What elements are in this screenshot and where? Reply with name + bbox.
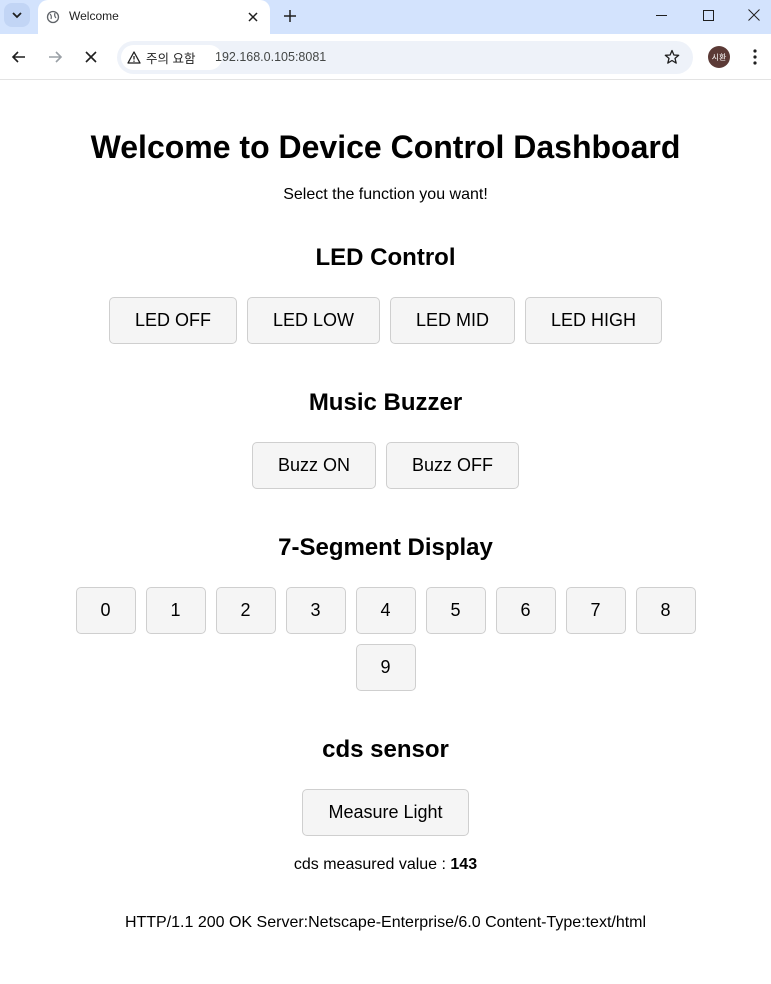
maximize-icon	[702, 9, 714, 21]
tab-welcome[interactable]: Welcome	[38, 0, 270, 34]
buzz-off-button[interactable]: Buzz OFF	[386, 442, 520, 489]
cds-measured-value: 143	[450, 856, 478, 873]
security-label: 주의 요함	[146, 52, 196, 66]
browser-toolbar: 주의 요함 192.168.0.105:8081 시환	[0, 34, 771, 80]
tab-search-button[interactable]	[4, 3, 30, 27]
star-icon	[664, 49, 680, 64]
measure-light-button[interactable]: Measure Light	[302, 789, 469, 836]
digit-5-button[interactable]: 5	[425, 587, 486, 634]
led-high-button[interactable]: LED HIGH	[525, 297, 663, 344]
address-bar[interactable]: 주의 요함 192.168.0.105:8081	[117, 41, 693, 74]
led-off-button[interactable]: LED OFF	[108, 297, 237, 344]
digit-1-button[interactable]: 1	[145, 587, 206, 634]
bookmark-button[interactable]	[663, 48, 681, 66]
security-indicator[interactable]: 주의 요함	[121, 45, 222, 70]
forward-button[interactable]	[43, 45, 67, 69]
digit-4-button[interactable]: 4	[355, 587, 416, 634]
new-tab-button[interactable]	[279, 5, 301, 27]
tab-title: Welcome	[69, 9, 119, 23]
url-port: :8081	[294, 50, 327, 64]
url-host: 192.168.0.105	[215, 50, 295, 64]
digit-8-button[interactable]: 8	[635, 587, 696, 634]
stop-loading-button[interactable]	[79, 45, 103, 69]
segment-heading: 7-Segment Display	[278, 534, 493, 561]
window-close-button[interactable]	[731, 0, 771, 30]
digit-2-button[interactable]: 2	[215, 587, 276, 634]
digit-6-button[interactable]: 6	[495, 587, 556, 634]
led-mid-button[interactable]: LED MID	[390, 297, 516, 344]
back-button[interactable]	[7, 45, 31, 69]
minimize-icon	[655, 14, 667, 16]
browser-menu-button[interactable]	[745, 46, 765, 68]
digit-9-button[interactable]: 9	[355, 644, 416, 691]
page-subtitle: Select the function you want!	[283, 186, 488, 203]
cds-measured-text: cds measured value : 143	[0, 856, 771, 874]
maximize-button[interactable]	[685, 0, 731, 30]
led-heading: LED Control	[315, 244, 456, 271]
digit-0-button[interactable]: 0	[75, 587, 136, 634]
page-content: Welcome to Device Control Dashboard Sele…	[0, 81, 771, 984]
led-low-button[interactable]: LED LOW	[246, 297, 380, 344]
segment-digit-row-1: 0 1 2 3 4 5 6 7 8	[0, 587, 771, 634]
page-title: Welcome to Device Control Dashboard	[90, 129, 681, 165]
segment-digit-row-2: 9	[0, 644, 771, 691]
browser-tab-bar: Welcome	[0, 0, 771, 34]
buzzer-heading: Music Buzzer	[308, 389, 463, 416]
close-icon	[748, 9, 760, 21]
minimize-button[interactable]	[638, 0, 684, 30]
chevron-down-icon	[12, 12, 22, 19]
led-button-row: LED OFF LED LOW LED MID LED HIGH	[0, 297, 771, 344]
buzzer-button-row: Buzz ON Buzz OFF	[0, 442, 771, 489]
close-icon	[85, 51, 97, 63]
tab-close-button[interactable]	[244, 8, 262, 26]
close-icon	[248, 12, 258, 22]
profile-avatar[interactable]: 시환	[708, 46, 730, 68]
cds-measured-label: cds measured value :	[293, 856, 451, 873]
digit-3-button[interactable]: 3	[285, 587, 346, 634]
arrow-right-icon	[49, 51, 63, 63]
plus-icon	[284, 10, 296, 22]
globe-icon	[46, 10, 60, 24]
arrow-left-icon	[11, 51, 25, 63]
buzz-on-button[interactable]: Buzz ON	[251, 442, 376, 489]
cds-button-row: Measure Light	[0, 789, 771, 836]
cds-heading: cds sensor	[322, 736, 449, 763]
http-response-text: HTTP/1.1 200 OK Server:Netscape-Enterpri…	[124, 914, 647, 931]
url-text[interactable]: 192.168.0.105:8081	[215, 50, 326, 64]
digit-7-button[interactable]: 7	[565, 587, 626, 634]
more-vertical-icon	[753, 49, 757, 65]
warning-icon	[127, 51, 141, 64]
